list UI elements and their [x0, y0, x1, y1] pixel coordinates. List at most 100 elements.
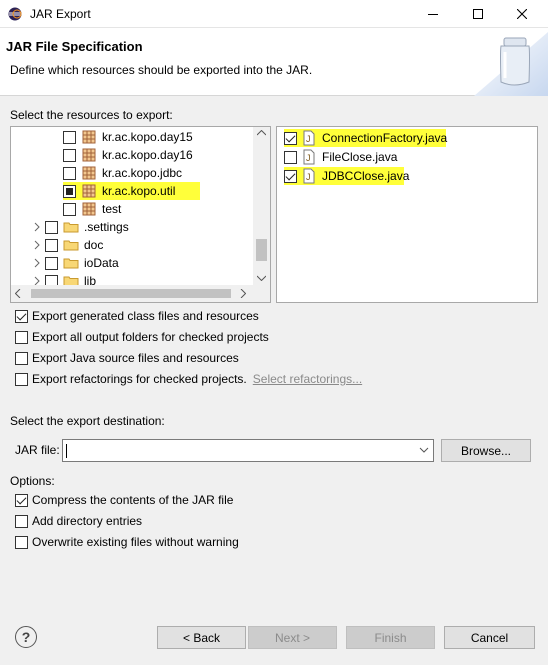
scroll-up-icon[interactable]	[257, 130, 266, 136]
back-button[interactable]: < Back	[157, 626, 246, 649]
scroll-thumb[interactable]	[256, 239, 267, 261]
folder-icon	[63, 240, 79, 251]
export-refactorings-option[interactable]: Export refactorings for checked projects…	[15, 372, 362, 386]
scroll-thumb[interactable]	[31, 289, 231, 298]
window-title: JAR Export	[30, 7, 91, 21]
text-cursor	[66, 444, 67, 458]
directory-entries-label: Add directory entries	[32, 514, 143, 528]
compress-checkbox[interactable]	[15, 493, 28, 507]
svg-text:J: J	[306, 134, 311, 144]
chevron-right-icon[interactable]	[31, 257, 43, 269]
minimize-button[interactable]	[411, 0, 455, 28]
tree-checkbox[interactable]	[63, 166, 76, 180]
tree-checkbox[interactable]	[63, 130, 76, 144]
export-class-files-option[interactable]: Export generated class files and resourc…	[15, 309, 259, 323]
jar-file-label: JAR file:	[15, 443, 60, 457]
scroll-down-icon[interactable]	[257, 275, 266, 281]
chevron-right-icon[interactable]	[31, 239, 43, 251]
jar-file-combo[interactable]	[62, 439, 434, 462]
file-checkbox[interactable]	[284, 131, 297, 145]
file-item[interactable]: J JDBCClose.java	[284, 167, 409, 185]
wizard-header: JAR File Specification Define which reso…	[0, 28, 548, 96]
page-title: JAR File Specification	[6, 39, 143, 54]
tree-item-label: doc	[84, 238, 104, 252]
export-class-files-label: Export generated class files and resourc…	[32, 309, 259, 323]
package-icon	[82, 184, 96, 198]
export-java-source-checkbox[interactable]	[15, 351, 28, 365]
folder-icon	[63, 258, 79, 269]
overwrite-label: Overwrite existing files without warning	[32, 535, 239, 549]
package-icon	[82, 166, 96, 180]
overwrite-checkbox[interactable]	[15, 535, 28, 549]
package-icon	[82, 202, 96, 216]
destination-label: Select the export destination:	[10, 414, 165, 428]
tree-item[interactable]: kr.ac.kopo.day15	[63, 128, 194, 146]
eclipse-icon	[8, 7, 22, 21]
tree-item[interactable]: doc	[31, 236, 104, 254]
jar-banner-icon	[474, 32, 548, 96]
tree-item[interactable]: test	[63, 200, 122, 218]
svg-text:J: J	[306, 172, 311, 182]
java-file-icon: J	[303, 130, 315, 146]
browse-button[interactable]: Browse...	[441, 439, 531, 462]
tree-checkbox[interactable]	[63, 184, 76, 198]
tree-item-label: kr.ac.kopo.jdbc	[102, 166, 183, 180]
tree-horizontal-scrollbar[interactable]	[11, 285, 270, 302]
overwrite-option[interactable]: Overwrite existing files without warning	[15, 535, 239, 549]
file-item[interactable]: J ConnectionFactory.java	[284, 129, 448, 147]
file-item-label: JDBCClose.java	[322, 169, 410, 183]
export-refactorings-checkbox[interactable]	[15, 372, 28, 386]
cancel-button[interactable]: Cancel	[444, 626, 535, 649]
tree-item-label: kr.ac.kopo.day16	[102, 148, 193, 162]
title-bar: JAR Export	[0, 0, 548, 28]
tree-item[interactable]: .settings	[31, 218, 130, 236]
tree-item[interactable]: kr.ac.kopo.jdbc	[63, 164, 183, 182]
close-button[interactable]	[500, 0, 544, 28]
select-refactorings-link[interactable]: Select refactorings...	[253, 372, 362, 386]
next-button[interactable]: Next >	[248, 626, 337, 649]
export-java-source-label: Export Java source files and resources	[32, 351, 239, 365]
scroll-right-icon[interactable]	[240, 289, 246, 298]
finish-button[interactable]: Finish	[346, 626, 435, 649]
tree-checkbox[interactable]	[45, 220, 58, 234]
file-item[interactable]: J FileClose.java	[284, 148, 398, 166]
tree-checkbox[interactable]	[45, 238, 58, 252]
tree-checkbox[interactable]	[63, 202, 76, 216]
tree-checkbox[interactable]	[63, 148, 76, 162]
export-java-source-option[interactable]: Export Java source files and resources	[15, 351, 239, 365]
minimize-icon	[428, 14, 438, 15]
export-output-folders-label: Export all output folders for checked pr…	[32, 330, 269, 344]
export-output-folders-option[interactable]: Export all output folders for checked pr…	[15, 330, 269, 344]
chevron-right-icon[interactable]	[31, 221, 43, 233]
tree-item[interactable]: ioData	[31, 254, 120, 272]
tree-item-label: .settings	[84, 220, 129, 234]
resource-tree[interactable]: kr.ac.kopo.day15 kr.ac.kopo.day16 kr.ac.…	[10, 126, 271, 303]
file-checkbox[interactable]	[284, 150, 297, 164]
export-refactorings-label: Export refactorings for checked projects…	[32, 372, 247, 386]
tree-item-selected[interactable]: kr.ac.kopo.util	[63, 182, 200, 200]
file-checkbox[interactable]	[284, 169, 297, 183]
file-item-label: ConnectionFactory.java	[322, 131, 448, 145]
directory-entries-option[interactable]: Add directory entries	[15, 514, 142, 528]
tree-item-label: ioData	[84, 256, 119, 270]
directory-entries-checkbox[interactable]	[15, 514, 28, 528]
close-icon	[517, 9, 527, 19]
chevron-down-icon[interactable]	[419, 445, 429, 455]
export-class-files-checkbox[interactable]	[15, 309, 28, 323]
package-icon	[82, 130, 96, 144]
svg-text:J: J	[306, 153, 311, 163]
tree-item[interactable]: kr.ac.kopo.day16	[63, 146, 194, 164]
help-button[interactable]: ?	[15, 626, 37, 648]
maximize-button[interactable]	[456, 0, 500, 28]
tree-vertical-scrollbar[interactable]	[253, 127, 270, 287]
file-list[interactable]: J ConnectionFactory.java J FileClose.jav…	[276, 126, 538, 303]
tree-item-label: kr.ac.kopo.util	[102, 184, 176, 198]
compress-option[interactable]: Compress the contents of the JAR file	[15, 493, 233, 507]
export-output-folders-checkbox[interactable]	[15, 330, 28, 344]
tree-checkbox[interactable]	[45, 256, 58, 270]
scroll-left-icon[interactable]	[15, 289, 21, 298]
file-item-label: FileClose.java	[322, 150, 398, 164]
tree-item-label: test	[102, 202, 122, 216]
help-icon: ?	[21, 629, 31, 645]
maximize-icon	[473, 9, 483, 19]
